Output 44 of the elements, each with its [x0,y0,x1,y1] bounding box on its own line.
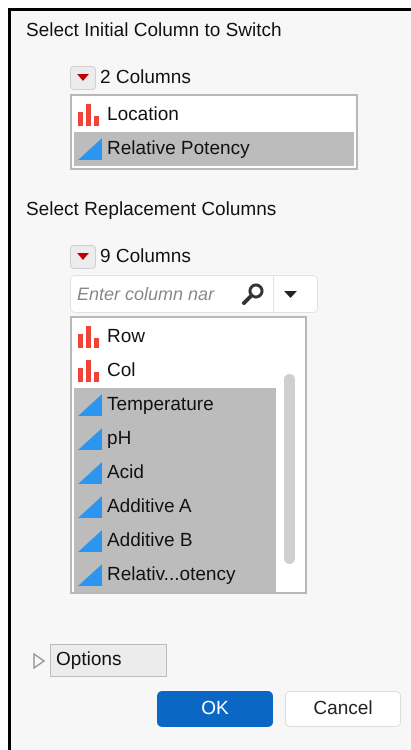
column-item[interactable]: pH [74,422,276,456]
triangle-icon [78,496,102,518]
caret-icon [77,74,89,82]
menu-button[interactable] [70,244,96,269]
section-title: Select Initial Column to Switch [26,19,283,43]
column-name: Location [107,102,179,127]
cancel-button[interactable]: Cancel [285,691,401,727]
search-field[interactable]: Enter column nar [70,275,318,313]
ok-button[interactable]: OK [157,691,273,727]
triangle-icon [78,138,102,160]
caret-icon [77,253,89,260]
column-name: Col [107,358,136,383]
triangle-icon [78,530,102,552]
triangle-icon [78,564,102,586]
section-title: Select Replacement Columns [26,198,278,222]
caret-icon[interactable] [284,290,297,298]
column-item[interactable]: Additive B [74,524,276,558]
column-name: Additive A [107,494,192,519]
triangle-icon [78,462,102,484]
column-name: Additive B [107,528,193,553]
triangle-icon [78,394,102,416]
bar-chart-icon [78,360,102,382]
column-count: 9 Columns [100,244,191,268]
menu-button[interactable] [70,66,96,90]
column-item[interactable]: Relativ...otency [74,558,276,592]
column-name: Acid [107,460,144,485]
column-item[interactable]: Relative Potency [74,132,354,166]
triangle-icon [78,428,102,450]
column-item[interactable]: Additive A [74,490,276,524]
search-icon [241,282,265,306]
column-item[interactable]: Acid [74,456,276,490]
options-button[interactable]: Options [50,644,167,677]
column-name: pH [107,426,132,451]
column-name: Relativ...otency [107,562,236,587]
column-name: Relative Potency [107,136,250,161]
disclosure-triangle-icon[interactable] [32,652,46,668]
column-name: Temperature [107,392,214,417]
column-count: 2 Columns [100,66,191,90]
search-input[interactable]: Enter column nar [71,280,241,308]
column-name: Row [107,324,146,349]
bar-chart-icon [78,104,102,126]
bar-chart-icon [78,326,102,348]
column-item[interactable]: Temperature [74,388,276,422]
scrollbar[interactable] [284,374,295,564]
